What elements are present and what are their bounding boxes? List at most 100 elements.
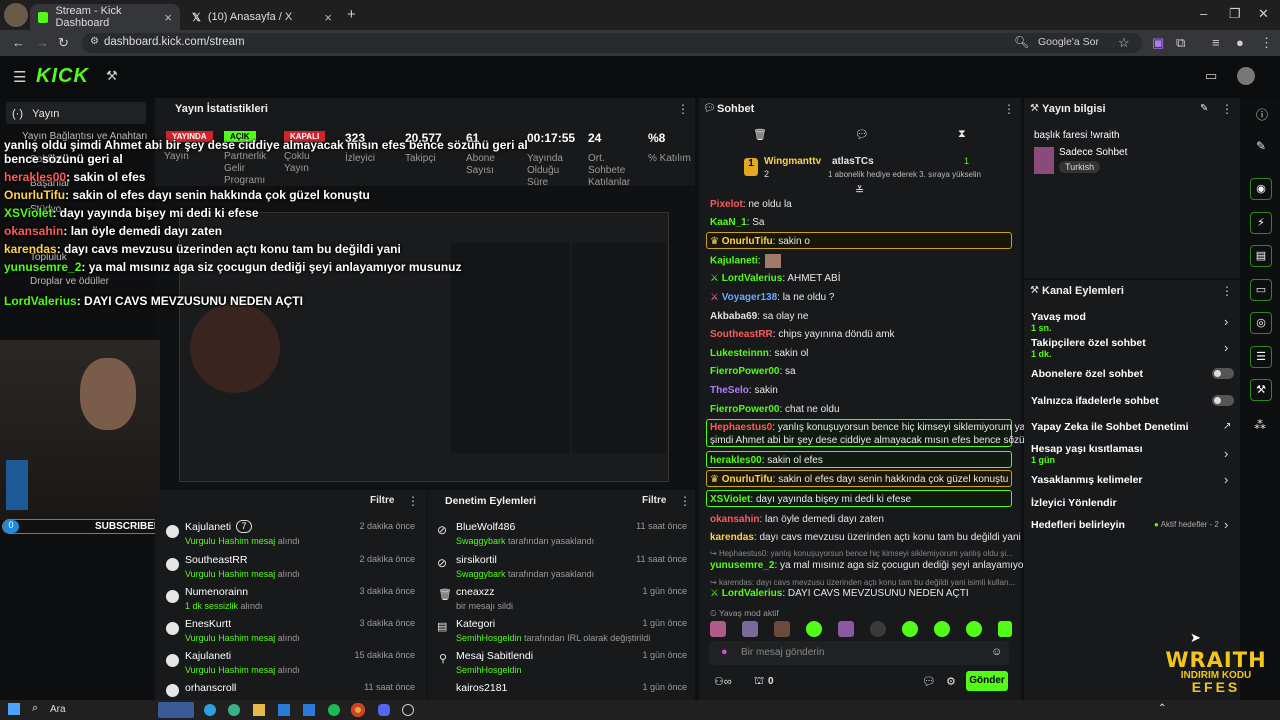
- chat-message[interactable]: ⚔ LordValerius: AHMET ABİ: [710, 273, 841, 284]
- mod-row[interactable]: kairos2181 1 gün önce: [456, 682, 687, 694]
- pencil-icon[interactable]: ✎: [1256, 139, 1266, 153]
- chat-username[interactable]: OnurluTifu: [722, 236, 773, 247]
- activity-row[interactable]: Numenorainn 1 dk sessizlik alındı 3 daki…: [185, 586, 415, 611]
- chat-input-box[interactable]: ● Bir mesaj gönderin ☺: [709, 641, 1009, 665]
- goals-setting[interactable]: Hedefleri belirleyin: [1031, 519, 1125, 531]
- info-icon[interactable]: ⓘ: [1256, 106, 1268, 123]
- bot-icon[interactable]: ⚇∞: [714, 675, 732, 688]
- taskbar-mail-icon[interactable]: [278, 704, 290, 716]
- hamburger-menu-icon[interactable]: ☰: [13, 68, 26, 86]
- chat-message[interactable]: SoutheastRR: chips yayınına döndü amk: [710, 329, 895, 340]
- nav-item-drops[interactable]: Droplar ve ödüller: [30, 276, 109, 287]
- google-ask-button[interactable]: Google'a Sor: [1038, 36, 1099, 48]
- chat-username[interactable]: LordValerius: [722, 273, 783, 284]
- zoom-icon[interactable]: 🔍︎: [1014, 35, 1029, 49]
- chevron-right-icon[interactable]: ›: [1224, 314, 1228, 329]
- followers-only-setting[interactable]: Takipçilere özel sohbet 1 dk.: [1031, 337, 1146, 359]
- more-icon[interactable]: ⋮: [1221, 284, 1233, 298]
- chat-username[interactable]: OnurluTifu: [722, 474, 773, 485]
- taskbar-search-label[interactable]: Ara: [50, 704, 66, 715]
- chat-message[interactable]: FierroPower00: sa: [710, 366, 796, 377]
- filter-button[interactable]: Filtre: [642, 495, 666, 506]
- taskbar-store-icon[interactable]: [303, 704, 315, 716]
- chat-message[interactable]: okansahin: lan öyle demedi dayı zaten: [710, 514, 884, 525]
- chat-username[interactable]: KaaN_1: [710, 217, 747, 228]
- emote-only-toggle[interactable]: [1212, 395, 1234, 406]
- chat-username[interactable]: LordValerius: [722, 588, 783, 599]
- chat-bubble-icon[interactable]: 💬︎: [855, 128, 869, 141]
- chat-message[interactable]: Pixelot: ne oldu la: [710, 199, 792, 210]
- taskbar-discord-icon[interactable]: [378, 704, 390, 716]
- mod-row[interactable]: cneaxzz bir mesajı sildi 1 gün önce: [456, 586, 687, 611]
- back-icon[interactable]: ←: [12, 35, 25, 50]
- chat-message[interactable]: ⚔ Voyager138: la ne oldu ?: [710, 292, 834, 303]
- layers-icon[interactable]: ☰: [1250, 346, 1272, 368]
- emote-icon[interactable]: [902, 621, 918, 637]
- chat-message[interactable]: ⚔ LordValerius: DAYI CAVS MEVZUSUNU NEDE…: [710, 588, 969, 599]
- camera-icon[interactable]: ◉: [1250, 178, 1272, 200]
- subs-only-toggle[interactable]: [1212, 368, 1234, 379]
- more-icon[interactable]: ⋮: [1221, 102, 1233, 116]
- emoji-icon[interactable]: ☺: [991, 646, 1002, 658]
- activity-row[interactable]: Kajulaneti Vurgulu Hashim mesaj alındı 2…: [185, 521, 415, 546]
- more-icon[interactable]: ⋮: [677, 102, 689, 116]
- chat-username[interactable]: herakles00: [710, 455, 762, 466]
- chat-username[interactable]: Hephaestus0: [710, 422, 772, 433]
- chevron-right-icon[interactable]: ›: [1224, 340, 1228, 355]
- taskbar-chrome-icon[interactable]: [351, 703, 365, 717]
- external-link-icon[interactable]: ↗: [1223, 421, 1231, 432]
- tray-chevron-icon[interactable]: ⌃: [1158, 703, 1166, 714]
- new-tab-icon[interactable]: +: [347, 6, 356, 23]
- emote-icon[interactable]: [934, 621, 950, 637]
- tools-icon[interactable]: ⚒: [1250, 379, 1272, 401]
- chevron-right-icon[interactable]: ›: [1224, 472, 1228, 487]
- chat-username[interactable]: karendas: [710, 532, 754, 543]
- menu-icon[interactable]: ⋮: [1260, 35, 1273, 51]
- emote-icon[interactable]: [806, 621, 822, 637]
- kick-logo[interactable]: KICK: [36, 65, 89, 88]
- document-icon[interactable]: ▤: [1250, 245, 1272, 267]
- chat-username[interactable]: SoutheastRR: [710, 329, 773, 340]
- site-info-icon[interactable]: ⚙: [90, 36, 99, 47]
- stream-preview[interactable]: [155, 188, 695, 488]
- emote-icon[interactable]: [742, 621, 758, 637]
- close-icon[interactable]: ×: [324, 10, 332, 25]
- reload-icon[interactable]: ↻: [58, 35, 69, 51]
- chat-message[interactable]: TheSelo: sakin: [710, 385, 778, 396]
- tab-search-icon[interactable]: ≡: [1212, 35, 1220, 50]
- taskbar-folder-icon[interactable]: [253, 704, 265, 716]
- bookmark-star-icon[interactable]: ☆: [1118, 35, 1130, 51]
- mod-row[interactable]: sirsikortil Swaggybark tarafından yasakl…: [456, 554, 687, 579]
- taskbar-spotify-icon[interactable]: [328, 704, 340, 716]
- extension-icon[interactable]: ▣: [1152, 35, 1164, 51]
- windows-start-icon[interactable]: [8, 703, 20, 715]
- taskbar-app-icon[interactable]: [158, 702, 194, 718]
- chat-message[interactable]: ♛ OnurluTifu: sakin ol efes dayı senin h…: [710, 474, 1008, 485]
- chat-message[interactable]: Kajulaneti:: [710, 254, 781, 268]
- connections-icon[interactable]: ⁂: [1254, 418, 1266, 432]
- collapse-icon[interactable]: ≚: [855, 184, 864, 197]
- pin-icon[interactable]: ⚒: [106, 68, 118, 84]
- user-avatar[interactable]: [1237, 67, 1255, 85]
- chat-message[interactable]: Akbaba69: sa olay ne: [710, 311, 808, 322]
- gift-icon[interactable]: ⛫: [754, 675, 764, 689]
- chat-message[interactable]: FierroPower00: chat ne oldu: [710, 404, 840, 415]
- chat-message[interactable]: Hephaestus0: yanlış konuşuyorsun bence h…: [710, 422, 1062, 433]
- activity-row[interactable]: SoutheastRR Vurgulu Hashim mesaj alındı …: [185, 554, 415, 579]
- activity-row[interactable]: orhanscroll 11 saat önce: [185, 682, 415, 694]
- chat-message[interactable]: XSViolet: dayı yayında bişey mi dedi ki …: [710, 494, 911, 505]
- taskbar-app-icon[interactable]: [402, 704, 414, 716]
- banned-words-setting[interactable]: Yasaklanmış kelimeler: [1031, 474, 1143, 486]
- close-icon[interactable]: ×: [164, 10, 172, 25]
- chat-username[interactable]: okansahin: [710, 514, 759, 525]
- send-button[interactable]: Gönder: [966, 671, 1008, 691]
- hourglass-icon[interactable]: ⧗: [958, 128, 966, 141]
- theater-mode-icon[interactable]: ▭: [1205, 68, 1217, 84]
- chat-message[interactable]: herakles00: sakin ol efes: [710, 455, 823, 466]
- activity-row[interactable]: EnesKurtt Vurgulu Hashim mesaj alındı 3 …: [185, 618, 415, 643]
- chat-message[interactable]: ♛ OnurluTifu: sakin o: [710, 236, 810, 247]
- mod-row[interactable]: BlueWolf486 Swaggybark tarafından yasakl…: [456, 521, 687, 546]
- chat-icon[interactable]: ▭: [1250, 279, 1272, 301]
- mod-row[interactable]: Mesaj Sabitlendi SemihHosgeldin 1 gün ön…: [456, 650, 687, 675]
- edit-icon[interactable]: ✎: [1200, 103, 1208, 114]
